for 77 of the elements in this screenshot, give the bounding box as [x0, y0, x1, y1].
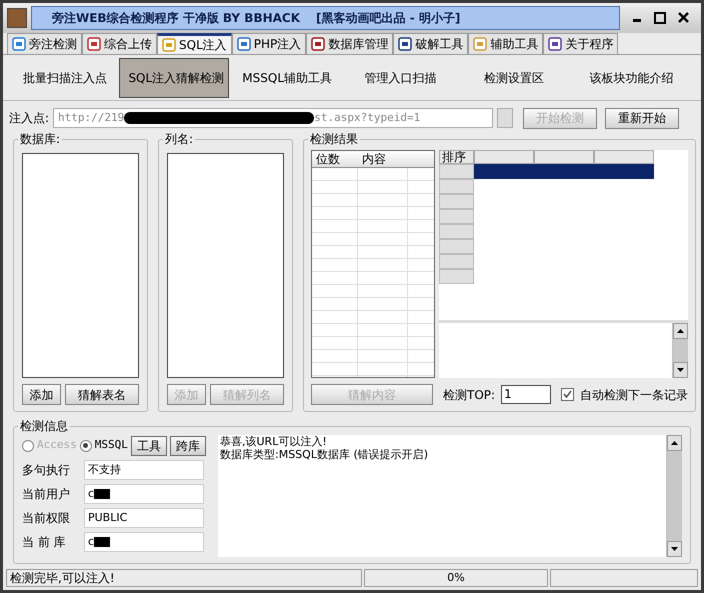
url-text: http://219	[58, 110, 124, 126]
info-field[interactable]: c	[84, 484, 204, 504]
grid-header[interactable]	[474, 150, 534, 164]
tab-icon	[548, 37, 562, 51]
subtab[interactable]: 该板块功能介绍	[572, 58, 691, 98]
url-field[interactable]: http://219 st.aspx?typeid=1	[53, 108, 494, 128]
field-value: PUBLIC	[88, 510, 128, 526]
log-line: 数据库类型:MSSQL数据库 (错误提示开启)	[220, 448, 430, 461]
info-field[interactable]: c	[84, 532, 204, 552]
field-value: c	[88, 534, 94, 550]
tool-button[interactable]: 跨库	[170, 436, 206, 456]
group-title: 列名:	[163, 132, 196, 146]
checkbox[interactable]	[561, 388, 574, 401]
tab[interactable]: 辅助工具	[468, 33, 544, 54]
url-text: st.aspx?typeid=1	[314, 110, 420, 126]
close-icon[interactable]	[678, 12, 689, 23]
down-arrow-icon	[671, 547, 678, 551]
maximize-icon[interactable]	[654, 12, 666, 24]
top-label: 检测TOP:	[443, 386, 496, 404]
tab[interactable]: 关于程序	[543, 33, 618, 54]
list-box[interactable]	[22, 153, 139, 378]
scrollbar[interactable]	[666, 435, 682, 557]
field-value: 不支持	[88, 462, 121, 478]
progress-text: 0%	[447, 570, 465, 586]
action-button[interactable]: 猜解表名	[65, 384, 139, 405]
column-header[interactable]: 位数	[312, 151, 358, 167]
radio-option[interactable]: MSSQL	[80, 437, 128, 454]
subtab[interactable]: 批量扫描注入点	[13, 58, 118, 98]
field-value: c	[88, 486, 94, 502]
tab[interactable]: 综合上传	[82, 33, 157, 54]
field-label: 当前用户	[22, 486, 71, 503]
tab-icon	[87, 37, 101, 51]
tool-button[interactable]: 工具	[130, 436, 167, 456]
check-icon	[563, 390, 572, 399]
window-title: 旁注WEB综合检测程序 干净版 BY BBHACK	[52, 10, 300, 27]
subtab[interactable]: 检测设置区	[458, 58, 570, 98]
info-field[interactable]: PUBLIC	[84, 508, 204, 528]
field-label: 多句执行	[22, 462, 71, 479]
tab-icon	[236, 37, 251, 51]
tab[interactable]: 破解工具	[393, 33, 468, 54]
tab-icon	[162, 38, 176, 52]
group-title: 数据库:	[18, 132, 62, 146]
tab-icon	[398, 37, 412, 51]
up-arrow-icon	[677, 329, 684, 333]
action-button[interactable]: 重新开始	[605, 108, 680, 128]
subtab[interactable]: SQL注入猜解检测	[119, 58, 230, 98]
window-subtitle: [黑客动画吧出品 - 明小子]	[316, 10, 460, 27]
dropdown-button[interactable]	[497, 108, 514, 128]
log-line: 恭喜,该URL可以注入!	[220, 435, 328, 448]
tab-icon	[311, 37, 326, 51]
tab[interactable]: 数据库管理	[306, 33, 394, 54]
group-title: 检测信息	[18, 419, 70, 433]
grid-header[interactable]: 排序	[439, 150, 474, 164]
group-title: 检测结果	[308, 132, 360, 146]
info-field[interactable]: 不支持	[84, 460, 204, 480]
grid-header[interactable]	[594, 150, 654, 164]
grid-header[interactable]	[534, 150, 594, 164]
column-header[interactable]: 内容	[358, 151, 390, 167]
status-message: 检测完毕,可以注入!	[6, 569, 362, 587]
url-label: 注入点:	[9, 110, 50, 127]
tab[interactable]: 旁注检测	[7, 33, 82, 54]
tab-icon	[12, 37, 26, 51]
list-box[interactable]	[167, 153, 284, 378]
field-label: 当前权限	[22, 510, 71, 527]
action-button[interactable]: 添加	[22, 384, 62, 405]
field-label: 当 前 库	[22, 534, 67, 551]
subtab[interactable]: MSSQL辅助工具	[231, 58, 343, 98]
up-arrow-icon	[671, 441, 678, 445]
down-arrow-icon	[677, 368, 684, 372]
app-icon	[7, 8, 27, 28]
tab-icon	[473, 37, 488, 51]
tab[interactable]: PHP注入	[232, 33, 306, 54]
tab[interactable]: SQL注入	[157, 33, 232, 54]
subtab[interactable]: 管理入口扫描	[344, 58, 456, 98]
top-field[interactable]: 1	[501, 385, 552, 404]
checkbox-label: 自动检测下一条记录	[580, 386, 688, 404]
scrollbar[interactable]	[672, 323, 688, 378]
